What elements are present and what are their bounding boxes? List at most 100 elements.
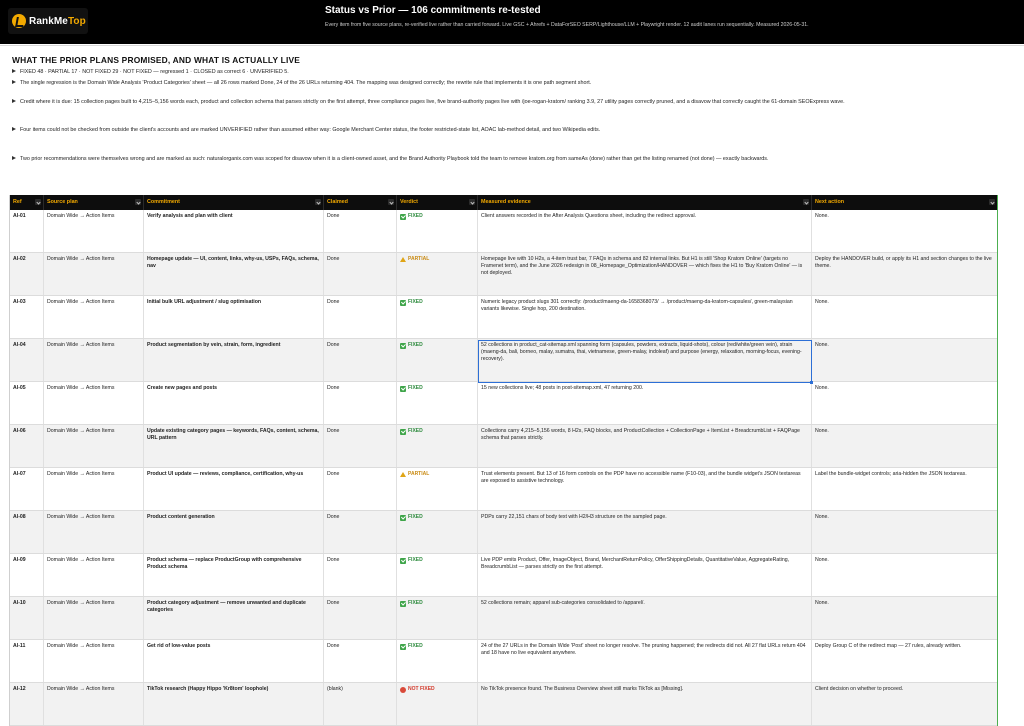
cell-verdict[interactable]: FIXED: [397, 511, 478, 553]
cell-commitment[interactable]: Create new pages and posts: [144, 382, 324, 424]
cell-ref[interactable]: AI-08: [10, 511, 44, 553]
cell-claimed[interactable]: Done: [324, 640, 397, 682]
cell-source[interactable]: Domain Wide → Action Items: [44, 468, 144, 510]
cell-source[interactable]: Domain Wide → Action Items: [44, 253, 144, 295]
cell-verdict[interactable]: PARTIAL: [397, 253, 478, 295]
cell-verdict[interactable]: FIXED: [397, 554, 478, 596]
cell-evidence[interactable]: 15 new collections live; 48 posts in pos…: [478, 382, 812, 424]
cell-ref[interactable]: AI-05: [10, 382, 44, 424]
cell-verdict[interactable]: PARTIAL: [397, 468, 478, 510]
cell-ref[interactable]: AI-07: [10, 468, 44, 510]
cell-next[interactable]: None.: [812, 382, 997, 424]
cell-source[interactable]: Domain Wide → Action Items: [44, 511, 144, 553]
cell-source[interactable]: Domain Wide → Action Items: [44, 683, 144, 725]
column-header-verdict[interactable]: Verdict: [397, 195, 478, 210]
cell-source[interactable]: Domain Wide → Action Items: [44, 339, 144, 381]
cell-claimed[interactable]: Done: [324, 339, 397, 381]
table-row[interactable]: AI-05 Domain Wide → Action Items Create ne…: [10, 382, 997, 425]
cell-evidence[interactable]: Client answers recorded in the After Ana…: [478, 210, 812, 252]
table-row[interactable]: AI-07 Domain Wide → Action Items Product U…: [10, 468, 997, 511]
cell-next[interactable]: None.: [812, 339, 997, 381]
cell-verdict[interactable]: NOT FIXED: [397, 683, 478, 725]
cell-next[interactable]: Client decision on whether to proceed.: [812, 683, 997, 725]
cell-claimed[interactable]: Done: [324, 210, 397, 252]
cell-verdict[interactable]: FIXED: [397, 339, 478, 381]
cell-evidence[interactable]: Homepage live with 10 H2s, a 4-item trus…: [478, 253, 812, 295]
cell-source[interactable]: Domain Wide → Action Items: [44, 210, 144, 252]
cell-source[interactable]: Domain Wide → Action Items: [44, 382, 144, 424]
cell-verdict[interactable]: FIXED: [397, 210, 478, 252]
cell-next[interactable]: None.: [812, 210, 997, 252]
cell-claimed[interactable]: Done: [324, 296, 397, 338]
column-header-claimed[interactable]: Claimed: [324, 195, 397, 210]
cell-claimed[interactable]: Done: [324, 382, 397, 424]
cell-claimed[interactable]: Done: [324, 253, 397, 295]
cell-ref[interactable]: AI-01: [10, 210, 44, 252]
column-header-evidence[interactable]: Measured evidence: [478, 195, 812, 210]
cell-claimed[interactable]: Done: [324, 511, 397, 553]
cell-ref[interactable]: AI-02: [10, 253, 44, 295]
cell-ref[interactable]: AI-11: [10, 640, 44, 682]
table-row[interactable]: AI-01 Domain Wide → Action Items Verify an…: [10, 210, 997, 253]
filter-dropdown-icon[interactable]: [469, 199, 475, 205]
table-row[interactable]: AI-02 Domain Wide → Action Items Homepage …: [10, 253, 997, 296]
cell-ref[interactable]: AI-12: [10, 683, 44, 725]
cell-commitment[interactable]: Homepage update — UI, content, links, wh…: [144, 253, 324, 295]
cell-ref[interactable]: AI-03: [10, 296, 44, 338]
filter-dropdown-icon[interactable]: [388, 199, 394, 205]
cell-evidence[interactable]: No TikTok presence found. The Business O…: [478, 683, 812, 725]
cell-commitment[interactable]: TikTok research (Happy Hippo 'Kr8tom' lo…: [144, 683, 324, 725]
filter-dropdown-icon[interactable]: [803, 199, 809, 205]
cell-source[interactable]: Domain Wide → Action Items: [44, 640, 144, 682]
cell-claimed[interactable]: Done: [324, 468, 397, 510]
cell-evidence[interactable]: 52 collections in product_cat-sitemap.xm…: [478, 339, 812, 381]
table-row[interactable]: AI-06 Domain Wide → Action Items Update ex…: [10, 425, 997, 468]
cell-next[interactable]: None.: [812, 425, 997, 467]
cell-next[interactable]: None.: [812, 554, 997, 596]
cell-next[interactable]: None.: [812, 597, 997, 639]
cell-next[interactable]: None.: [812, 296, 997, 338]
cell-claimed[interactable]: Done: [324, 425, 397, 467]
cell-next[interactable]: Label the bundle-widget controls; aria-h…: [812, 468, 997, 510]
cell-ref[interactable]: AI-09: [10, 554, 44, 596]
filter-dropdown-icon[interactable]: [135, 199, 141, 205]
table-row[interactable]: AI-09 Domain Wide → Action Items Product s…: [10, 554, 997, 597]
cell-commitment[interactable]: Initial bulk URL adjustment / slug optim…: [144, 296, 324, 338]
cell-claimed[interactable]: (blank): [324, 683, 397, 725]
cell-commitment[interactable]: Product category adjustment — remove unw…: [144, 597, 324, 639]
cell-commitment[interactable]: Get rid of low-value posts: [144, 640, 324, 682]
cell-verdict[interactable]: FIXED: [397, 425, 478, 467]
column-header-ref[interactable]: Ref: [10, 195, 44, 210]
cell-commitment[interactable]: Product UI update — reviews, compliance,…: [144, 468, 324, 510]
table-row[interactable]: AI-08 Domain Wide → Action Items Product c…: [10, 511, 997, 554]
cell-evidence[interactable]: 52 collections remain; apparel sub-categ…: [478, 597, 812, 639]
cell-claimed[interactable]: Done: [324, 597, 397, 639]
table-row[interactable]: AI-10 Domain Wide → Action Items Product c…: [10, 597, 997, 640]
column-header-commitment[interactable]: Commitment: [144, 195, 324, 210]
cell-commitment[interactable]: Product content generation: [144, 511, 324, 553]
table-row[interactable]: AI-11 Domain Wide → Action Items Get rid o…: [10, 640, 997, 683]
cell-evidence[interactable]: PDPs carry 22,151 chars of body text wit…: [478, 511, 812, 553]
cell-source[interactable]: Domain Wide → Action Items: [44, 425, 144, 467]
cell-evidence[interactable]: Trust elements present. But 13 of 16 for…: [478, 468, 812, 510]
cell-verdict[interactable]: FIXED: [397, 640, 478, 682]
cell-next[interactable]: None.: [812, 511, 997, 553]
cell-claimed[interactable]: Done: [324, 554, 397, 596]
cell-source[interactable]: Domain Wide → Action Items: [44, 554, 144, 596]
cell-next[interactable]: Deploy Group C of the redirect map — 27 …: [812, 640, 997, 682]
filter-dropdown-icon[interactable]: [989, 199, 995, 205]
cell-ref[interactable]: AI-04: [10, 339, 44, 381]
cell-verdict[interactable]: FIXED: [397, 296, 478, 338]
cell-verdict[interactable]: FIXED: [397, 382, 478, 424]
cell-commitment[interactable]: Product schema — replace ProductGroup wi…: [144, 554, 324, 596]
cell-commitment[interactable]: Product segmentation by vein, strain, fo…: [144, 339, 324, 381]
cell-source[interactable]: Domain Wide → Action Items: [44, 597, 144, 639]
column-header-source[interactable]: Source plan: [44, 195, 144, 210]
cell-verdict[interactable]: FIXED: [397, 597, 478, 639]
table-row[interactable]: AI-04 Domain Wide → Action Items Product s…: [10, 339, 997, 382]
cell-ref[interactable]: AI-10: [10, 597, 44, 639]
filter-dropdown-icon[interactable]: [35, 199, 41, 205]
cell-source[interactable]: Domain Wide → Action Items: [44, 296, 144, 338]
cell-evidence[interactable]: Live PDP emits Product, Offer, ImageObje…: [478, 554, 812, 596]
cell-next[interactable]: Deploy the HANDOVER build, or apply its …: [812, 253, 997, 295]
